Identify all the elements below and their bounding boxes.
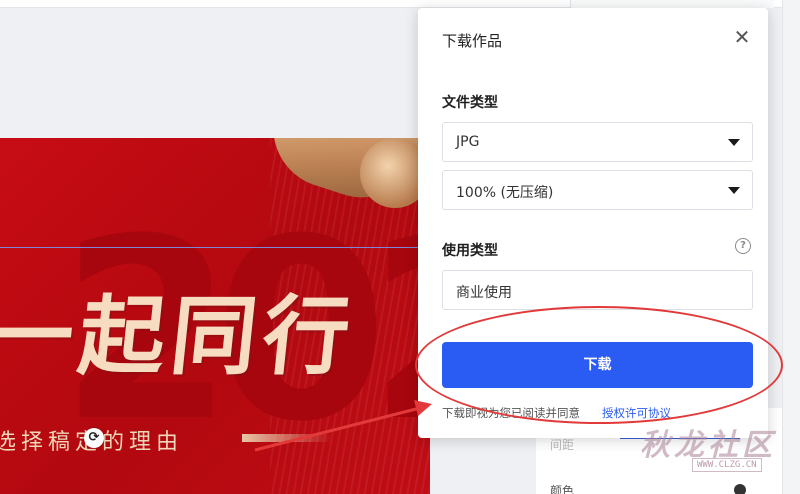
quality-select[interactable]: 100% (无压缩) (442, 170, 753, 210)
spacing-label: 间距 (550, 438, 575, 452)
design-canvas[interactable]: 2022 一起同行 选择稿定的理由 ⟳ (0, 138, 430, 494)
toolbar-button-strip[interactable] (570, 0, 774, 8)
help-icon[interactable]: ? (735, 238, 751, 254)
annotation-ellipse (415, 306, 783, 424)
rotate-icon[interactable]: ⟳ (84, 428, 104, 448)
watermark-url: WWW.CLZG.CN (692, 458, 762, 472)
format-select[interactable]: JPG (442, 122, 753, 162)
usage-type-value: 商业使用 (456, 285, 512, 301)
subline-decoration-bar (242, 434, 332, 442)
caret-down-icon (728, 139, 740, 146)
file-type-label: 文件类型 (442, 95, 498, 111)
quality-select-value: 100% (无压缩) (456, 185, 554, 201)
close-icon[interactable]: ✕ (731, 26, 753, 48)
selection-guide-line (0, 247, 430, 248)
top-toolbar (0, 0, 800, 8)
usage-type-label: 使用类型 (442, 243, 498, 259)
color-label: 颜色 (550, 484, 575, 494)
right-scrollbar[interactable] (782, 0, 800, 494)
caret-down-icon (728, 187, 740, 194)
popover-title: 下载作品 (442, 32, 503, 50)
format-select-value: JPG (456, 134, 480, 150)
color-swatch[interactable] (734, 484, 746, 494)
usage-type-field[interactable]: 商业使用 (442, 270, 753, 310)
canvas-headline[interactable]: 一起同行 (0, 266, 363, 391)
